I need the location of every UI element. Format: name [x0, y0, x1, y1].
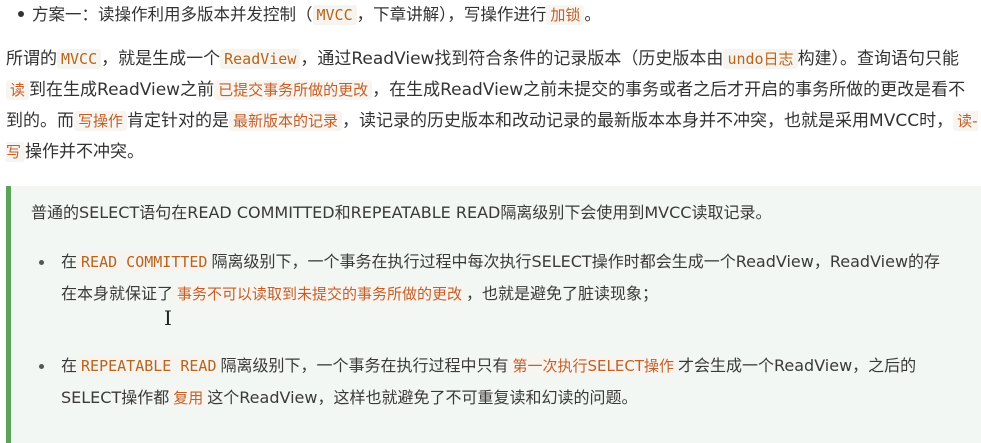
highlight-text: 读 — [6, 80, 30, 100]
top-bullet-item: 方案一：读操作利用多版本并发控制（ MVCC ，下章讲解），写操作进行 加锁。 — [18, 2, 601, 28]
text-segment: 。 — [584, 5, 601, 24]
text-segment: 隔离级别下，一个事务在执行过程中只有 — [220, 356, 509, 375]
text-segment: ，就是生成一个 — [101, 49, 221, 69]
text-segment: 肯定针对的是 — [127, 111, 230, 131]
bullet-dot — [39, 364, 44, 369]
highlight-text: 最新版本的记录 — [229, 111, 343, 131]
text-segment: 构建）。查询语句只能 — [797, 49, 960, 69]
text-segment: 方案一：读操作利用多版本并发控制（ — [32, 5, 313, 24]
text-segment: ，下章讲解），写操作进行 — [356, 5, 547, 24]
inline-code: MVCC — [57, 49, 102, 69]
text-segment: 所谓的 — [6, 49, 57, 69]
list-item-text: 在 REPEATABLE READ 隔离级别下，一个事务在执行过程中只有 第一次执行S… — [61, 350, 941, 414]
inline-code: READ COMMITTED — [77, 252, 212, 272]
text-segment: 在 — [61, 356, 78, 375]
inline-code: undo日志 — [723, 49, 798, 69]
inline-code: REPEATABLE READ — [77, 356, 221, 376]
bullet-dot — [18, 10, 24, 17]
mvcc-paragraph: 所谓的 MVCC ，就是生成一个 ReadView ，通过ReadView找到符合条件的… — [6, 44, 978, 168]
text-segment: 到在生成ReadView之前 — [29, 80, 215, 100]
blockquote-intro: 普通的SELECT语句在READ COMMITTED和REPEATABLE RE… — [31, 203, 772, 222]
list-item-repeatable-read: 在 REPEATABLE READ 隔离级别下，一个事务在执行过程中只有 第一次执行S… — [39, 350, 941, 414]
highlight-text: 事务不可以读取到未提交的事务所做的更改 — [173, 284, 467, 304]
text-segment: ，读记录的历史版本和改动记录的最新版本本身并不冲突，也就是采用MVCC时， — [342, 111, 954, 131]
text-segment: ，通过ReadView找到符合条件的记录版本（历史版本由 — [300, 49, 724, 69]
highlight-text: 复用 — [169, 388, 208, 408]
text-segment: 在 — [61, 252, 78, 271]
bullet-dot — [39, 260, 44, 265]
text-segment: 操作并不冲突。 — [25, 142, 145, 162]
list-item-read-committed: 在 READ COMMITTED 隔离级别下，一个事务在执行过程中每次执行SELEC… — [39, 246, 941, 310]
highlight-text: 已提交事务所做的更改 — [214, 80, 373, 100]
highlight-text: 第一次执行SELECT操作 — [508, 356, 678, 376]
text-segment: ，也就是避免了脏读现象； — [466, 284, 659, 303]
text-cursor-icon: I — [164, 306, 172, 330]
inline-code: MVCC — [312, 5, 357, 25]
text-segment: 这个ReadView，这样也就避免了不可重复读和幻读的问题。 — [207, 388, 638, 407]
inline-code: ReadView — [220, 49, 301, 69]
highlight-text: 写操作 — [74, 111, 128, 131]
blockquote: 普通的SELECT语句在READ COMMITTED和REPEATABLE RE… — [6, 186, 981, 443]
highlight-text: 加锁 — [546, 5, 585, 25]
list-item-text: 在 READ COMMITTED 隔离级别下，一个事务在执行过程中每次执行SELEC… — [61, 246, 941, 310]
